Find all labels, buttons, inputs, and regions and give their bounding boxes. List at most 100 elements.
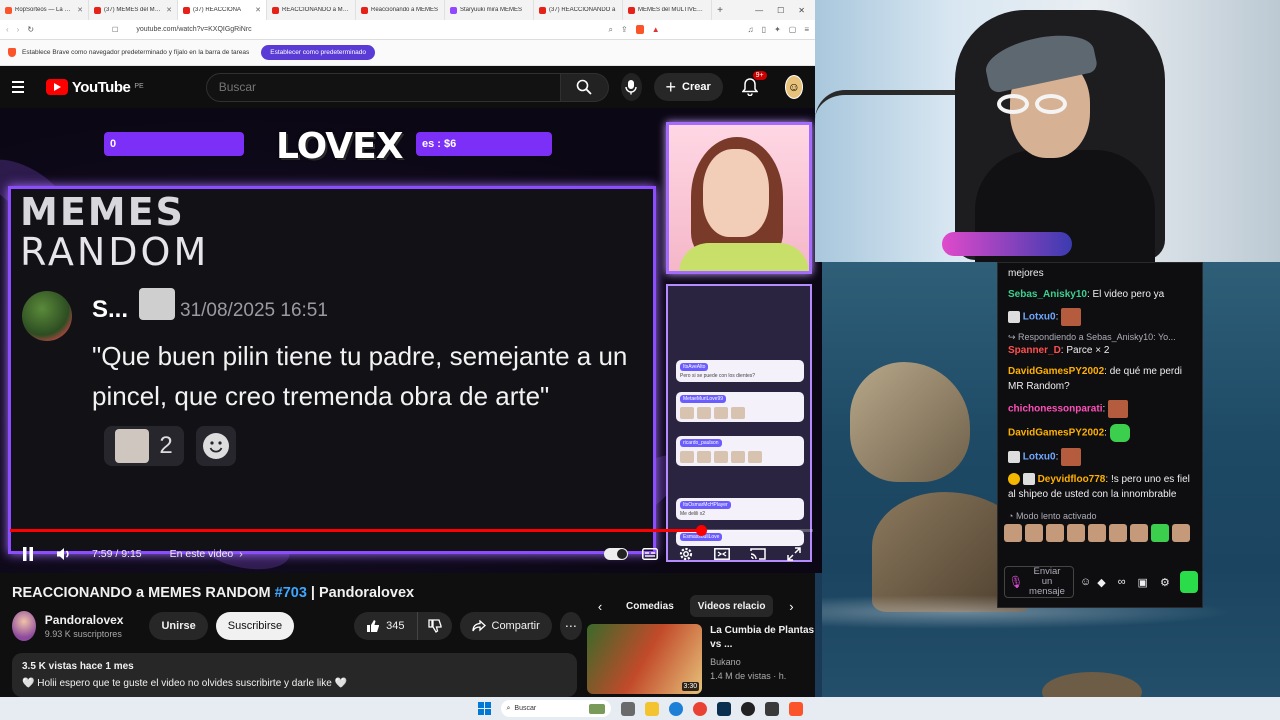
obs-icon[interactable] bbox=[740, 701, 755, 716]
maximize-icon[interactable]: ☐ bbox=[777, 6, 784, 15]
miniplayer-button[interactable] bbox=[708, 540, 736, 568]
brave-icon[interactable] bbox=[788, 701, 803, 716]
related-thumbnail[interactable]: 3:30 bbox=[587, 624, 703, 694]
emote-icon[interactable] bbox=[1025, 524, 1043, 542]
search-input[interactable] bbox=[205, 72, 561, 102]
pause-button[interactable] bbox=[14, 540, 42, 568]
browser-tab[interactable]: Staryuuki mira MEMES bbox=[445, 0, 534, 20]
search-button[interactable] bbox=[560, 72, 609, 102]
notifications-button[interactable]: 9+ bbox=[741, 71, 767, 99]
brave-shields-icon[interactable] bbox=[635, 25, 644, 34]
taskbar-search[interactable]: ⌕ Buscar bbox=[500, 700, 611, 717]
task-view-icon[interactable] bbox=[620, 701, 635, 716]
wallpaper-rock bbox=[1042, 672, 1142, 697]
chevron-left-icon[interactable]: ‹ bbox=[590, 599, 610, 614]
app-icon[interactable] bbox=[764, 701, 779, 716]
channel-name[interactable]: Pandoralovex bbox=[45, 613, 124, 627]
bits-icon[interactable]: ◆ bbox=[1097, 576, 1105, 589]
share-button[interactable]: Compartir bbox=[459, 612, 552, 640]
chat-input[interactable]: 🎙 Enviar un mensaje bbox=[1004, 566, 1074, 598]
edge-icon[interactable] bbox=[668, 701, 683, 716]
store-icon[interactable]: ▣ bbox=[1138, 576, 1148, 589]
default-browser-infobar: Establece Brave como navegador predeterm… bbox=[0, 40, 815, 66]
create-button[interactable]: + Crear bbox=[653, 73, 723, 101]
menu-hamburger-icon[interactable] bbox=[12, 81, 24, 93]
account-avatar[interactable]: ☺ bbox=[784, 75, 803, 99]
extensions-icon[interactable]: ✦ bbox=[774, 25, 781, 34]
cast-button[interactable] bbox=[744, 540, 772, 568]
close-icon[interactable]: ✕ bbox=[166, 6, 172, 14]
chevron-right-icon[interactable]: › bbox=[781, 599, 801, 614]
minimize-icon[interactable]: — bbox=[755, 6, 763, 15]
subtitles-button[interactable] bbox=[636, 540, 664, 568]
close-icon[interactable]: ✕ bbox=[255, 6, 261, 14]
browser-tab[interactable]: (37) REACCIONANDO a bbox=[534, 0, 623, 20]
emote-icon[interactable] bbox=[1172, 524, 1190, 542]
bookmark-icon[interactable]: ☐ bbox=[112, 26, 118, 34]
hashtag-link[interactable]: #703 bbox=[275, 585, 307, 601]
file-explorer-icon[interactable] bbox=[644, 701, 659, 716]
wallet-icon[interactable]: ▢ bbox=[789, 25, 797, 34]
chip-comedias[interactable]: Comedias bbox=[618, 595, 682, 617]
url-field[interactable]: youtube.com/watch?v=KXQIGgRiNrc bbox=[126, 26, 600, 33]
zoom-icon[interactable]: ⌕ bbox=[609, 25, 613, 35]
join-button[interactable]: Unirse bbox=[149, 612, 208, 640]
emote-icon[interactable] bbox=[1088, 524, 1106, 542]
mic-icon[interactable]: 🎙 bbox=[1008, 575, 1023, 589]
chapter-button[interactable]: En este video › bbox=[170, 548, 243, 560]
subscribe-button[interactable]: Suscribirse bbox=[215, 612, 295, 640]
youtube-logo[interactable]: YouTube PE bbox=[45, 79, 144, 96]
rewards-icon[interactable]: ▲ bbox=[652, 25, 660, 34]
set-default-button[interactable]: Establecer como predeterminado bbox=[261, 45, 376, 60]
emote-icon[interactable] bbox=[1067, 524, 1085, 542]
forward-icon[interactable]: › bbox=[17, 25, 20, 34]
comment-reactions: 2 bbox=[104, 426, 236, 466]
description-box[interactable]: 3.5 K vistas hace 1 mes 🤍 Holii espero q… bbox=[12, 653, 577, 697]
emote-icon[interactable] bbox=[1046, 524, 1064, 542]
back-icon[interactable]: ‹ bbox=[6, 25, 9, 34]
video-player[interactable]: 0 LOVEX es : $6 MEMES RANDOM S... 31/08/… bbox=[0, 108, 822, 573]
browser-tab[interactable]: Reaccionando a MEMES bbox=[356, 0, 445, 20]
sidebar-icon[interactable]: ▯ bbox=[762, 25, 766, 34]
commenter-badge-icon bbox=[139, 288, 175, 320]
close-icon[interactable]: ✕ bbox=[77, 6, 83, 14]
related-video[interactable]: 3:30 La Cumbia de Plantas vs ... Bukano … bbox=[587, 624, 817, 694]
emoji-icon[interactable]: ☺ bbox=[1080, 576, 1091, 588]
gear-icon[interactable]: ⚙ bbox=[1160, 576, 1170, 589]
close-window-icon[interactable]: ✕ bbox=[798, 6, 805, 15]
related-info: La Cumbia de Plantas vs ... Bukano 1.4 M… bbox=[710, 624, 817, 694]
windows-start-icon[interactable] bbox=[477, 702, 491, 715]
voice-search-button[interactable] bbox=[620, 73, 642, 101]
chrome-icon[interactable] bbox=[692, 701, 707, 716]
emote-icon[interactable] bbox=[1151, 524, 1169, 542]
reply-context: ↪ Respondiendo a Sebas_Anisky10: Yo... bbox=[1008, 332, 1176, 342]
menu-icon[interactable]: ≡ bbox=[804, 25, 809, 34]
progress-scrubber[interactable] bbox=[695, 525, 707, 536]
autoplay-toggle[interactable] bbox=[604, 548, 628, 560]
like-button[interactable]: 345 bbox=[354, 612, 418, 640]
volume-button[interactable] bbox=[50, 540, 78, 568]
chat-send-button[interactable] bbox=[1180, 571, 1198, 593]
more-actions-icon[interactable]: ⋯ bbox=[559, 612, 582, 640]
fullscreen-button[interactable] bbox=[780, 540, 808, 568]
progress-bar[interactable] bbox=[10, 525, 813, 536]
emote-icon[interactable] bbox=[1109, 524, 1127, 542]
related-title[interactable]: La Cumbia de Plantas vs ... bbox=[710, 624, 817, 652]
channel-avatar[interactable] bbox=[12, 611, 36, 641]
browser-tab[interactable]: MEMES del MULTIVERSO bbox=[623, 0, 712, 20]
browser-tab[interactable]: REACCIONANDO a MEMES bbox=[267, 0, 356, 20]
settings-button[interactable] bbox=[672, 540, 700, 568]
browser-tab[interactable]: RopSorteos — La Ruleta✕ bbox=[0, 0, 89, 20]
browser-tab-active[interactable]: (37) REACCIONA ✕ bbox=[178, 0, 267, 20]
new-tab-button[interactable]: + bbox=[712, 5, 728, 16]
emote-icon[interactable] bbox=[1130, 524, 1148, 542]
music-icon[interactable]: ♫ bbox=[748, 25, 754, 34]
share-icon[interactable]: ⇪ bbox=[621, 25, 628, 34]
browser-tab[interactable]: (37) MEMES del MULTIV✕ bbox=[89, 0, 178, 20]
chip-related[interactable]: Videos relacio bbox=[689, 595, 774, 617]
emote-icon[interactable] bbox=[1004, 524, 1022, 542]
photoshop-icon[interactable] bbox=[716, 701, 731, 716]
reload-icon[interactable]: ↻ bbox=[27, 25, 34, 34]
dislike-button[interactable] bbox=[418, 619, 452, 633]
infinity-icon[interactable]: ∞ bbox=[1118, 576, 1126, 588]
